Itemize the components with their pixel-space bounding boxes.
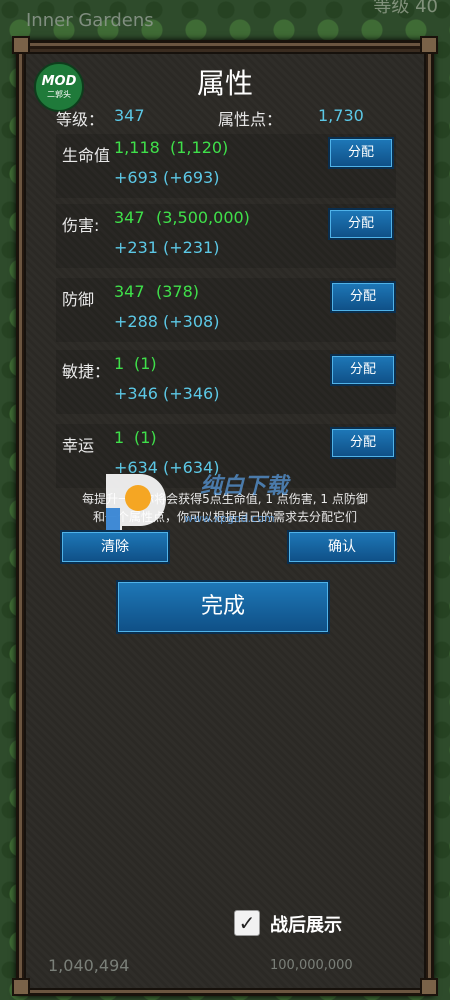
stat-bonus: +693 (+693): [114, 168, 220, 187]
frame-corner: [12, 36, 30, 54]
allocate-defense-button[interactable]: 分配: [330, 281, 396, 313]
stat-bonus: +288 (+308): [114, 312, 220, 331]
points-value: 1,730: [318, 106, 364, 125]
show-after-battle-checkbox[interactable]: ✓: [234, 910, 260, 936]
watermark-brand: 纯白下载: [200, 474, 289, 499]
stat-label: 生命值: [62, 146, 111, 165]
stat-bonus: +346 (+346): [114, 384, 220, 403]
frame-corner: [12, 978, 30, 996]
dialog-title: 属性: [196, 67, 253, 100]
frame-corner: [420, 978, 438, 996]
stat-label: 伤害:: [62, 216, 100, 235]
stat-total: (1,120): [170, 138, 229, 157]
stat-label: 防御: [62, 290, 95, 309]
stat-total: (1): [134, 428, 157, 447]
level-label: 等级：: [56, 110, 105, 129]
stat-label: 敏捷：: [62, 362, 111, 381]
stat-value: 1,118: [114, 138, 160, 157]
clear-button[interactable]: 清除: [60, 530, 170, 564]
area-name: Inner Gardens: [26, 10, 154, 31]
stat-value: 347: [114, 208, 145, 227]
watermark-logo-icon: [106, 474, 166, 534]
background-value-right: 100,000,000: [270, 958, 353, 973]
stat-total: (3,500,000): [156, 208, 250, 227]
frame-corner: [420, 36, 438, 54]
confirm-button[interactable]: 确认: [287, 530, 397, 564]
background-level: 等级 40: [373, 0, 438, 17]
watermark-url: www.xpgod.com: [184, 512, 275, 525]
show-after-battle-label: 战后展示: [270, 915, 342, 936]
allocate-luck-button[interactable]: 分配: [330, 427, 396, 459]
stat-label: 幸运: [62, 436, 95, 455]
allocate-health-button[interactable]: 分配: [328, 137, 394, 169]
stat-total: (378): [156, 282, 200, 301]
background-value-left: 1,040,494: [48, 956, 130, 975]
stat-value: 347: [114, 282, 145, 301]
points-label: 属性点：: [218, 110, 283, 129]
level-value: 347: [114, 106, 145, 125]
done-button[interactable]: 完成: [116, 580, 330, 634]
allocate-damage-button[interactable]: 分配: [328, 208, 394, 240]
allocate-agility-button[interactable]: 分配: [330, 354, 396, 386]
stat-value: 1: [114, 428, 125, 447]
stat-value: 1: [114, 354, 125, 373]
stat-bonus: +231 (+231): [114, 238, 220, 257]
stat-total: (1): [134, 354, 157, 373]
